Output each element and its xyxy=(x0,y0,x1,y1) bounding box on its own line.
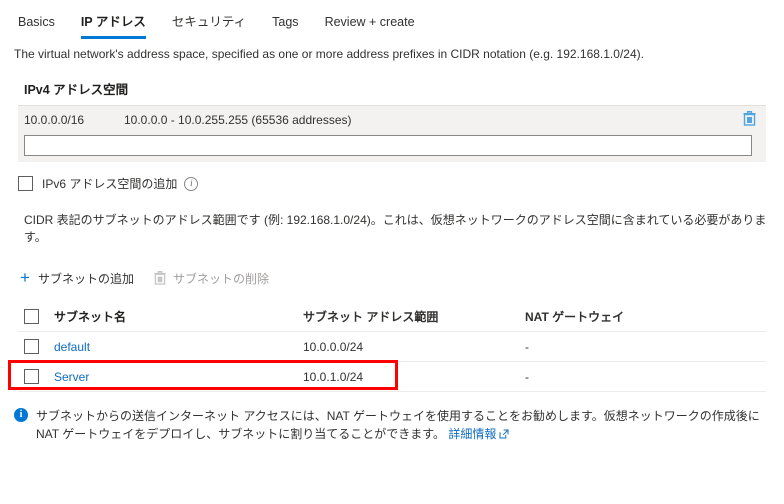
tab-security[interactable]: セキュリティ xyxy=(159,14,259,39)
address-space-input-row xyxy=(18,133,766,162)
subnet-range-cell: 10.0.0.0/24 xyxy=(303,339,364,354)
info-banner-message: サブネットからの送信インターネット アクセスには、NAT ゲートウェイを使用する… xyxy=(36,409,760,441)
address-range: 10.0.0.0 - 10.0.255.255 (65536 addresses… xyxy=(124,112,352,127)
table-row[interactable]: default 10.0.0.0/24 - xyxy=(18,332,766,362)
row-checkbox-cell xyxy=(24,339,54,354)
tab-label: Review + create xyxy=(324,15,415,29)
tab-basics[interactable]: Basics xyxy=(14,14,68,39)
subnet-toolbar: + サブネットの追加 サブネットの削除 xyxy=(20,268,784,288)
row-checkbox-cell xyxy=(24,369,54,384)
trash-icon xyxy=(154,271,166,285)
address-space-row: 10.0.0.0/16 10.0.0.0 - 10.0.255.255 (655… xyxy=(18,106,766,133)
subnet-name-cell: default xyxy=(54,340,303,354)
tab-review-create[interactable]: Review + create xyxy=(312,14,428,39)
subnet-name-cell: Server xyxy=(54,370,303,384)
ipv6-address-space-label: IPv6 アドレス空間の追加 xyxy=(42,177,178,191)
nat-gateway-cell: - xyxy=(525,339,529,354)
learn-more-link[interactable]: 詳細情報 xyxy=(448,427,496,441)
nat-gateway-cell: - xyxy=(525,369,529,384)
ipv6-address-space-row: IPv6 アドレス空間の追加 i xyxy=(18,175,784,192)
external-link-icon[interactable] xyxy=(499,426,509,444)
ipv4-address-space-panel: 10.0.0.0/16 10.0.0.0 - 10.0.255.255 (655… xyxy=(18,105,766,162)
subnet-name-link[interactable]: default xyxy=(54,340,90,354)
tab-label: Basics xyxy=(18,15,55,29)
delete-subnet-label: サブネットの削除 xyxy=(172,271,269,286)
row-checkbox[interactable] xyxy=(24,369,39,384)
tab-bar: Basics IP アドレス セキュリティ Tags Review + crea… xyxy=(0,0,784,39)
row-checkbox[interactable] xyxy=(24,339,39,354)
info-icon[interactable]: i xyxy=(184,176,199,191)
select-all-checkbox[interactable] xyxy=(24,308,39,324)
column-header-subnet-name[interactable]: サブネット名 xyxy=(54,308,303,325)
ipv6-address-space-checkbox[interactable] xyxy=(18,176,33,191)
address-prefix: 10.0.0.0/16 xyxy=(24,112,85,127)
ipv4-address-space-title: IPv4 アドレス空間 xyxy=(24,83,129,97)
tab-label: セキュリティ xyxy=(171,15,247,29)
nat-gateway-info-banner: i サブネットからの送信インターネット アクセスには、NAT ゲートウェイを使用… xyxy=(14,407,764,444)
table-header-row: サブネット名 サブネット アドレス範囲 NAT ゲートウェイ xyxy=(18,301,766,332)
table-row[interactable]: Server 10.0.1.0/24 - xyxy=(18,362,766,392)
add-subnet-label: サブネットの追加 xyxy=(37,271,134,286)
trash-icon xyxy=(743,110,756,129)
info-banner-text: サブネットからの送信インターネット アクセスには、NAT ゲートウェイを使用する… xyxy=(36,407,764,444)
plus-icon: + xyxy=(20,268,30,287)
add-subnet-button[interactable]: + サブネットの追加 xyxy=(20,268,134,287)
cidr-note: CIDR 表記のサブネットのアドレス範囲です (例: 192.168.1.0/2… xyxy=(24,213,767,244)
column-header-subnet-range[interactable]: サブネット アドレス範囲 xyxy=(303,308,525,325)
tab-ip-addresses[interactable]: IP アドレス xyxy=(68,14,159,39)
new-address-space-input[interactable] xyxy=(24,135,752,156)
select-all-checkbox-cell xyxy=(24,308,54,324)
tab-label: Tags xyxy=(272,15,299,29)
tab-label: IP アドレス xyxy=(80,15,146,29)
subnet-table: サブネット名 サブネット アドレス範囲 NAT ゲートウェイ default 1… xyxy=(8,301,766,392)
column-header-nat-gateway[interactable]: NAT ゲートウェイ xyxy=(525,308,766,325)
delete-subnet-button: サブネットの削除 xyxy=(154,270,269,287)
delete-address-space-button[interactable] xyxy=(732,110,766,129)
subnet-name-link[interactable]: Server xyxy=(54,370,89,384)
subnet-range-cell: 10.0.1.0/24 xyxy=(303,369,364,384)
tab-tags[interactable]: Tags xyxy=(259,14,311,39)
info-icon: i xyxy=(14,408,28,422)
